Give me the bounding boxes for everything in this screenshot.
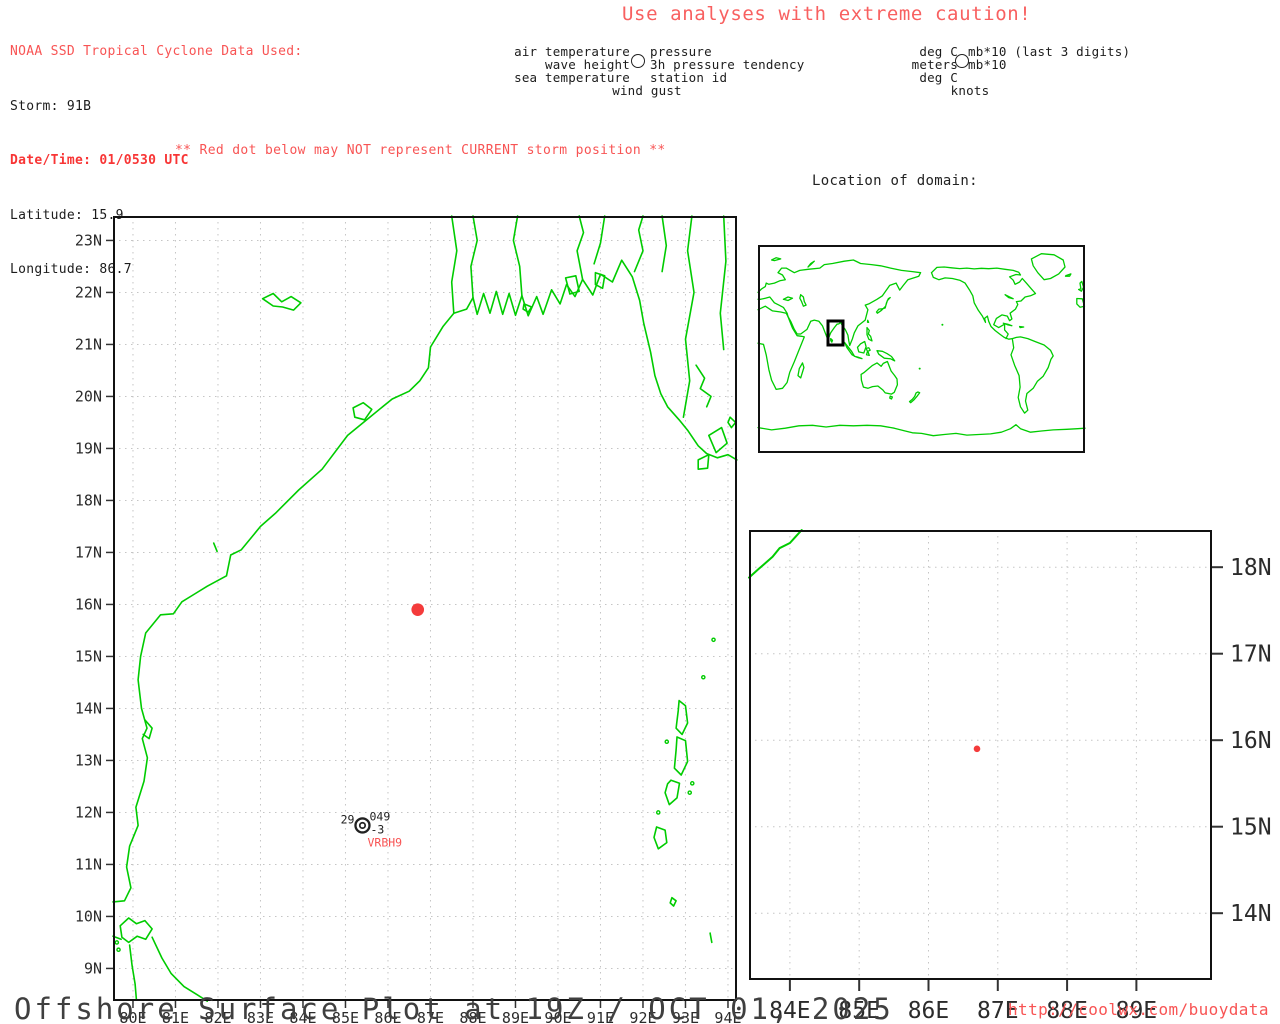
domain-inset-svg [758, 245, 1085, 453]
units-tendency-label: mb*10 [968, 57, 1007, 72]
zoom-lat-tick-label: 17N [1230, 642, 1272, 668]
station-air-temperature: 29 [341, 812, 355, 826]
station-model-circle-icon [631, 54, 645, 68]
lat-tick-label: 15N [75, 647, 102, 665]
buoy-plot-page: NOAA SSD Tropical Cyclone Data Used: Sto… [0, 0, 1280, 1024]
lat-tick-label: 13N [75, 751, 102, 769]
station-id: VRBH9 [367, 835, 402, 849]
lat-tick-label: 14N [75, 699, 102, 717]
storm-position-warning: ** Red dot below may NOT represent CURRE… [175, 143, 666, 158]
lat-tick-label: 17N [75, 543, 102, 561]
lat-tick-label: 11N [75, 855, 102, 873]
storm-position-dot [411, 603, 424, 616]
station-pressure: 049 [369, 809, 390, 823]
station-plot: 29 049-3VRBH9 [341, 809, 403, 849]
lat-tick-label: 23N [75, 231, 102, 249]
zoom-inset-map: 84E85E86E87E88E89E18N17N16N15N14N [749, 492, 1279, 1024]
source-url: http://coolwx.com/buoydata [1008, 1000, 1269, 1019]
lat-tick-label: 9N [84, 959, 102, 977]
zoom-lat-tick-label: 18N [1230, 555, 1272, 581]
main-map: 80E81E82E83E84E85E86E87E88E89E90E91E92E9… [60, 178, 800, 1024]
lat-tick-label: 16N [75, 595, 102, 613]
zoom-lat-tick-label: 14N [1230, 901, 1272, 927]
zoom-inset-svg: 84E85E86E87E88E89E18N17N16N15N14N [749, 530, 1279, 1024]
domain-inset-title: Location of domain: [812, 173, 978, 189]
legend-wind-gust-label: wind gust [557, 83, 737, 98]
lat-tick-label: 22N [75, 283, 102, 301]
domain-inset-map [758, 207, 1085, 491]
main-map-svg: 80E81E82E83E84E85E86E87E88E89E90E91E92E9… [60, 216, 800, 1024]
lat-tick-label: 18N [75, 491, 102, 509]
caution-title: Use analyses with extreme caution! [622, 3, 1031, 25]
units-circle-icon [955, 54, 969, 68]
units-wind-gust-label: knots [900, 83, 1040, 98]
lat-tick-label: 21N [75, 335, 102, 353]
lat-tick-label: 10N [75, 907, 102, 925]
plot-title: Offshore Surface Plot at 19Z / OCT 01, 2… [14, 992, 894, 1024]
tc-storm-line: Storm: 91B [10, 99, 303, 116]
zoom-lat-tick-label: 16N [1230, 728, 1272, 754]
tc-source-line: NOAA SSD Tropical Cyclone Data Used: [10, 44, 303, 61]
lat-tick-label: 20N [75, 387, 102, 405]
zoom-lat-tick-label: 15N [1230, 815, 1272, 841]
lat-tick-label: 12N [75, 803, 102, 821]
zoom-lon-tick-label: 86E [908, 998, 950, 1024]
lat-tick-label: 19N [75, 439, 102, 457]
zoom-storm-position-dot [974, 746, 981, 753]
station-pressure-tendency: -3 [370, 822, 384, 836]
